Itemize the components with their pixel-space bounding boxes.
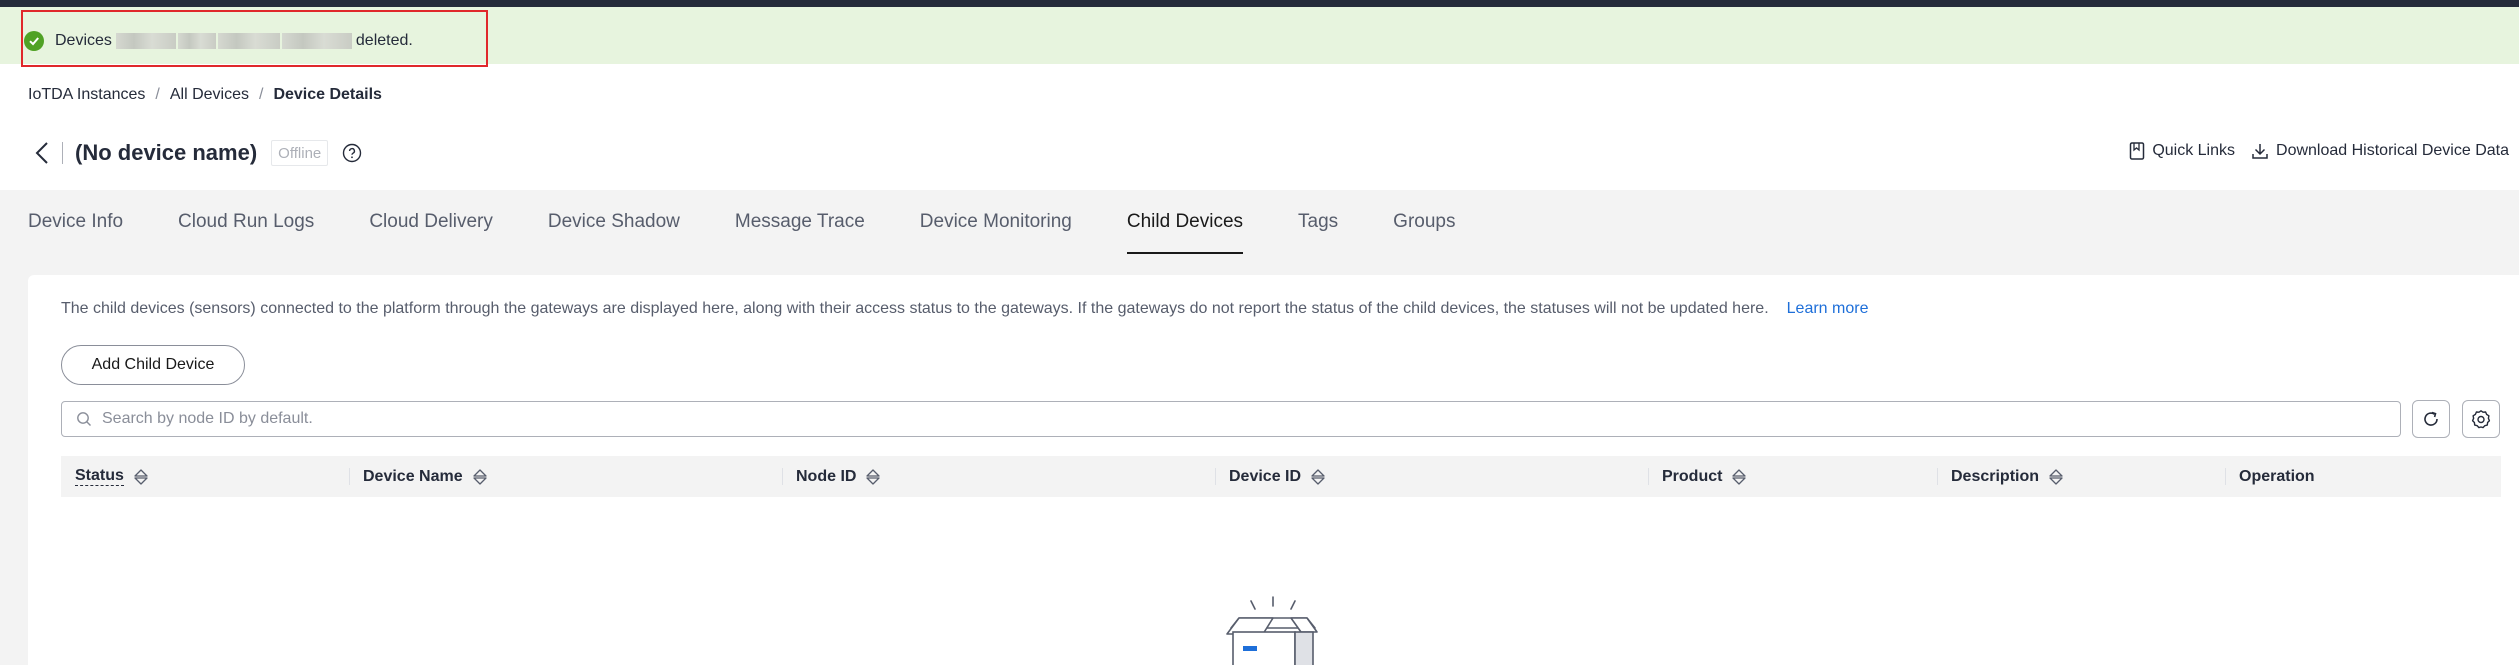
tab-tags[interactable]: Tags [1298, 190, 1338, 254]
sort-icon[interactable] [866, 468, 881, 485]
toast-message: Devices deleted. [55, 32, 413, 50]
download-label: Download Historical Device Data [2276, 142, 2509, 159]
tab-cloud-run-logs[interactable]: Cloud Run Logs [178, 190, 314, 254]
column-device-id[interactable]: Device ID [1215, 456, 1648, 497]
column-description[interactable]: Description [1937, 456, 2225, 497]
column-node-id-label: Node ID [796, 467, 857, 485]
sort-icon[interactable] [134, 468, 148, 485]
quick-links-label: Quick Links [2152, 142, 2236, 159]
refresh-icon [2424, 411, 2438, 426]
device-detail-tabs: Device Info Cloud Run Logs Cloud Deliver… [28, 190, 1455, 256]
redacted-device-id [115, 33, 176, 49]
toast-message-suffix: deleted. [355, 32, 413, 49]
bookmark-book-icon [2130, 142, 2145, 160]
refresh-button[interactable] [2412, 400, 2450, 438]
description-text: The child devices (sensors) connected to… [61, 300, 1769, 317]
redacted-device-id [177, 33, 216, 49]
search-input[interactable] [102, 410, 2400, 428]
tab-cloud-delivery[interactable]: Cloud Delivery [369, 190, 493, 254]
breadcrumb-iotda-instances[interactable]: IoTDA Instances [28, 86, 145, 104]
column-product[interactable]: Product [1648, 456, 1937, 497]
settings-button[interactable] [2462, 400, 2500, 438]
status-badge: Offline [271, 140, 329, 166]
tab-message-trace[interactable]: Message Trace [735, 190, 865, 254]
breadcrumb: IoTDA Instances / All Devices / Device D… [28, 86, 382, 104]
column-product-label: Product [1662, 467, 1723, 485]
quick-links-button[interactable]: Quick Links [2129, 142, 2235, 160]
column-operation-label: Operation [2239, 467, 2315, 485]
tab-child-devices[interactable]: Child Devices [1126, 190, 1244, 254]
sort-icon[interactable] [472, 468, 487, 485]
table-header: Status Device Name Node ID Device ID Pro… [61, 456, 2501, 497]
breadcrumb-all-devices[interactable]: All Devices [170, 86, 249, 104]
learn-more-link[interactable]: Learn more [1787, 300, 1869, 317]
success-toast: Devices deleted. [0, 7, 2519, 67]
column-device-name-label: Device Name [363, 467, 463, 485]
tab-device-info[interactable]: Device Info [28, 190, 123, 254]
empty-box-icon [1226, 596, 1318, 665]
sort-icon[interactable] [1311, 468, 1325, 485]
gear-icon [2471, 410, 2491, 429]
search-bar[interactable] [61, 401, 2401, 437]
child-devices-description: The child devices (sensors) connected to… [61, 300, 1868, 318]
download-historical-data-button[interactable]: Download Historical Device Data [2251, 142, 2509, 160]
breadcrumb-separator: / [258, 86, 264, 103]
header-actions: Quick Links Download Historical Device D… [2129, 142, 2509, 160]
column-device-name[interactable]: Device Name [349, 456, 782, 497]
back-arrow-icon[interactable] [28, 138, 56, 168]
page-title: (No device name) [75, 140, 258, 165]
top-bar [0, 0, 2519, 7]
add-child-device-button[interactable]: Add Child Device [61, 345, 245, 385]
child-devices-panel: The child devices (sensors) connected to… [28, 275, 2519, 665]
sort-icon[interactable] [1732, 468, 1747, 485]
success-check-icon [24, 31, 44, 51]
tab-device-shadow[interactable]: Device Shadow [548, 190, 680, 254]
column-status[interactable]: Status [61, 456, 349, 497]
breadcrumb-separator: / [155, 86, 160, 103]
breadcrumb-current: Device Details [273, 86, 382, 103]
column-node-id[interactable]: Node ID [782, 456, 1215, 497]
column-description-label: Description [1951, 467, 2040, 485]
download-icon [2252, 144, 2268, 159]
title-divider [62, 142, 63, 164]
search-icon [77, 412, 91, 426]
column-status-label: Status [75, 467, 124, 486]
sort-icon[interactable] [2049, 468, 2063, 485]
tab-groups[interactable]: Groups [1393, 190, 1455, 254]
redacted-device-id [281, 33, 352, 49]
column-operation: Operation [2225, 456, 2501, 497]
tab-device-monitoring[interactable]: Device Monitoring [920, 190, 1072, 254]
device-title-row: (No device name) Offline [28, 136, 362, 170]
column-device-id-label: Device ID [1229, 467, 1302, 485]
toast-message-prefix: Devices [55, 32, 112, 49]
help-question-icon[interactable] [342, 143, 362, 163]
redacted-device-id [217, 33, 280, 49]
